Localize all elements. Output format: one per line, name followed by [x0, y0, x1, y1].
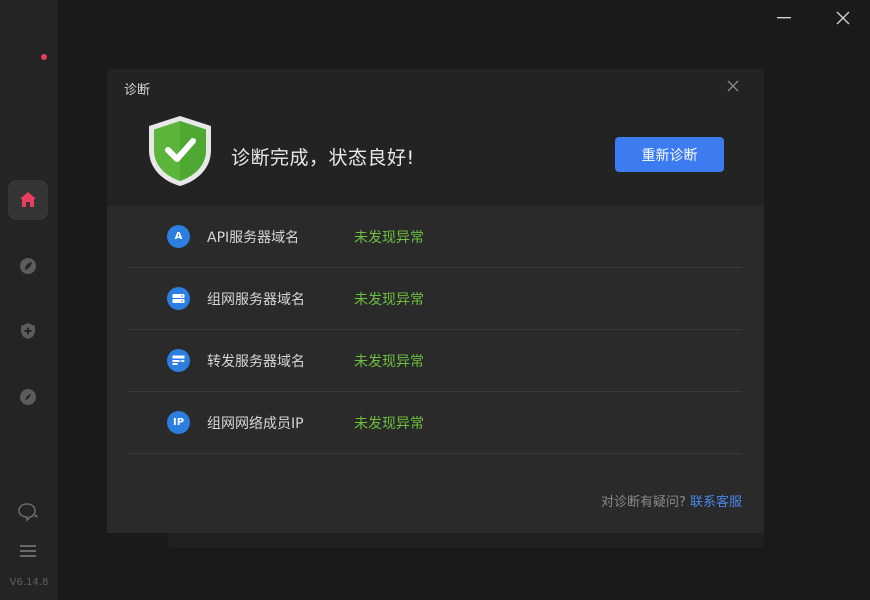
sidebar-item-network[interactable] [8, 246, 48, 286]
item-status: 未发现异常 [354, 416, 424, 432]
status-message: 诊断完成，状态良好! [231, 147, 415, 169]
close-icon [836, 11, 850, 25]
window-close-button[interactable] [830, 6, 856, 30]
item-status: 未发现异常 [354, 230, 424, 246]
relay-icon [167, 349, 190, 372]
chat-button[interactable] [8, 492, 48, 532]
home-icon [20, 192, 36, 207]
menu-button[interactable] [8, 531, 48, 571]
item-status: 未发现异常 [354, 354, 424, 370]
item-label: API服务器域名 [207, 230, 300, 246]
diagnosis-list: A API服务器域名 未发现异常 组网服务器域名 未发现异常 转发服务器域名 未… [128, 206, 742, 454]
list-item: A API服务器域名 未发现异常 [128, 206, 742, 268]
item-status: 未发现异常 [354, 292, 424, 308]
shield-check-icon [149, 116, 211, 186]
list-item: IP 组网网络成员IP 未发现异常 [128, 392, 742, 454]
server-icon [167, 287, 190, 310]
minimize-button[interactable] [771, 6, 797, 30]
footer-question: 对诊断有疑问? [600, 495, 686, 510]
list-item: 组网服务器域名 未发现异常 [128, 268, 742, 330]
circle-leaf-icon [20, 258, 36, 274]
sidebar-item-home[interactable] [8, 180, 48, 220]
dialog-footer: 对诊断有疑问? 联系客服 [601, 491, 742, 510]
notification-dot [41, 54, 47, 60]
minimize-icon [777, 17, 791, 19]
dialog-title: 诊断 [124, 83, 151, 98]
sidebar-item-security[interactable] [8, 311, 48, 351]
sidebar: V6.14.8 [0, 0, 58, 600]
contact-support-link[interactable]: 联系客服 [690, 495, 742, 510]
dialog-header: 诊断 诊断完成，状态良好! 重新诊断 [107, 69, 764, 206]
background-panel-edge [168, 533, 764, 548]
sidebar-item-discover[interactable] [8, 377, 48, 417]
app-window: V6.14.8 诊断 诊断完成，状态良好! 重新诊断 A API服务器域名 未发… [0, 0, 870, 600]
shield-plus-icon [21, 323, 35, 339]
menu-icon [20, 545, 36, 557]
item-label: 组网网络成员IP [207, 416, 304, 432]
compass-icon [20, 389, 36, 405]
rediagnose-button[interactable]: 重新诊断 [615, 137, 724, 172]
list-item: 转发服务器域名 未发现异常 [128, 330, 742, 392]
chat-bubble-icon [18, 503, 38, 522]
item-label: 转发服务器域名 [207, 354, 305, 370]
close-icon [727, 80, 739, 92]
item-label: 组网服务器域名 [207, 292, 305, 308]
ip-icon: IP [167, 411, 190, 434]
version-label: V6.14.8 [9, 577, 49, 588]
diagnosis-dialog: 诊断 诊断完成，状态良好! 重新诊断 A API服务器域名 未发现异常 组网服务… [107, 69, 764, 533]
dialog-close-button[interactable] [723, 76, 743, 96]
api-icon: A [167, 225, 190, 248]
